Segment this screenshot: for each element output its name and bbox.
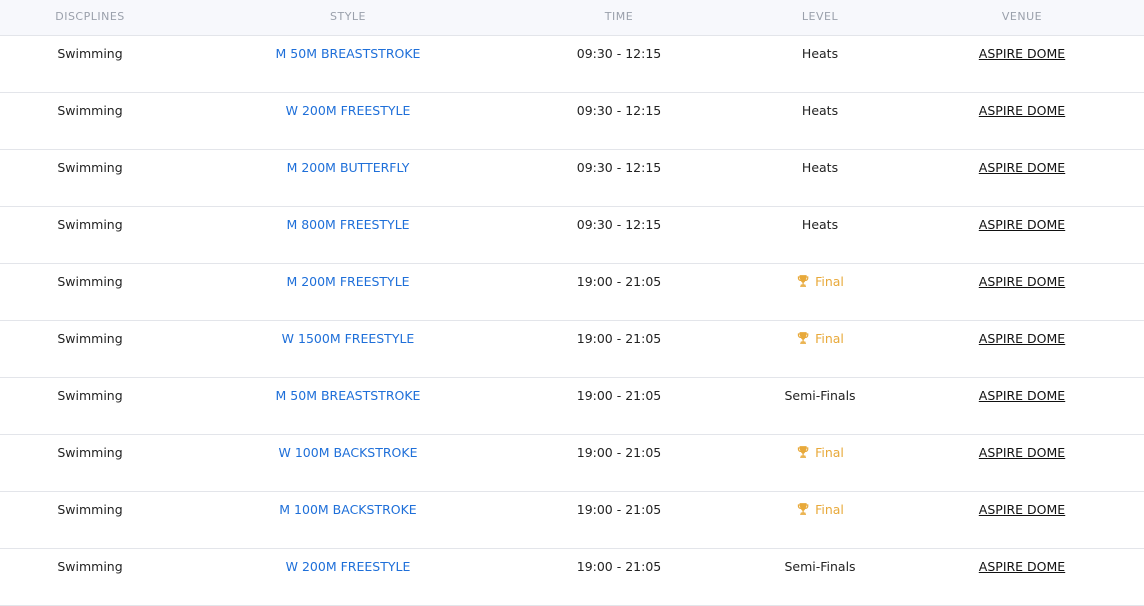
venue-link[interactable]: ASPIRE DOME [979, 331, 1065, 347]
style-link[interactable]: M 50M BREASTSTROKE [276, 46, 421, 62]
style-link[interactable]: M 100M BACKSTROKE [279, 502, 416, 518]
style-link[interactable]: M 50M BREASTSTROKE [276, 388, 421, 404]
discipline-cell: Swimming [57, 46, 123, 61]
level-label: Final [815, 445, 844, 460]
time-cell: 19:00 - 21:05 [576, 274, 662, 289]
discipline-cell: Swimming [57, 103, 123, 118]
table-row: Swimming W 1500M FREESTYLE 19:00 - 21:05 Fi… [0, 321, 1144, 378]
time-cell: 09:30 - 12:15 [576, 160, 662, 175]
level-cell: Heats [801, 46, 839, 61]
header-level: LEVEL [801, 10, 839, 23]
header-venue: VENUE [1001, 10, 1043, 23]
discipline-cell: Swimming [57, 388, 123, 403]
table-row: Swimming W 100M BACKSTROKE 19:00 - 21:05 Fi… [0, 435, 1144, 492]
venue-link[interactable]: ASPIRE DOME [979, 160, 1065, 176]
schedule-table: DISCPLINES STYLE TIME LEVEL VENUE Swimmi… [0, 0, 1144, 606]
time-cell: 09:30 - 12:15 [576, 217, 662, 232]
venue-link[interactable]: ASPIRE DOME [979, 46, 1065, 62]
discipline-cell: Swimming [57, 274, 123, 289]
venue-link[interactable]: ASPIRE DOME [979, 559, 1065, 575]
table-row: Swimming M 200M FREESTYLE 19:00 - 21:05 Fin… [0, 264, 1144, 321]
table-body: Swimming M 50M BREASTSTROKE 09:30 - 12:15 H… [0, 36, 1144, 606]
venue-link[interactable]: ASPIRE DOME [979, 502, 1065, 518]
level-cell: Semi-Finals [784, 559, 856, 574]
time-cell: 19:00 - 21:05 [576, 559, 662, 574]
discipline-cell: Swimming [57, 445, 123, 460]
style-link[interactable]: W 200M FREESTYLE [286, 103, 411, 119]
trophy-icon [797, 275, 809, 287]
discipline-cell: Swimming [57, 559, 123, 574]
table-row: Swimming W 200M FREESTYLE 09:30 - 12:15 Hea… [0, 93, 1144, 150]
level-cell: Heats [801, 160, 839, 175]
style-link[interactable]: W 1500M FREESTYLE [282, 331, 415, 347]
trophy-icon [797, 446, 809, 458]
table-row: Swimming M 200M BUTTERFLY 09:30 - 12:15 Hea… [0, 150, 1144, 207]
level-cell: Heats [801, 103, 839, 118]
discipline-cell: Swimming [57, 217, 123, 232]
venue-link[interactable]: ASPIRE DOME [979, 445, 1065, 461]
discipline-cell: Swimming [57, 160, 123, 175]
table-row: Swimming M 50M BREASTSTROKE 19:00 - 21:05 S… [0, 378, 1144, 435]
level-label: Final [815, 331, 844, 346]
level-final-badge: Final [796, 502, 844, 518]
table-header: DISCPLINES STYLE TIME LEVEL VENUE [0, 0, 1144, 36]
trophy-icon [797, 503, 809, 515]
level-cell: Heats [801, 217, 839, 232]
style-link[interactable]: W 200M FREESTYLE [286, 559, 411, 575]
venue-link[interactable]: ASPIRE DOME [979, 388, 1065, 404]
style-link[interactable]: W 100M BACKSTROKE [279, 445, 418, 461]
time-cell: 09:30 - 12:15 [576, 103, 662, 118]
header-time: TIME [604, 10, 634, 23]
table-row: Swimming M 800M FREESTYLE 09:30 - 12:15 Hea… [0, 207, 1144, 264]
time-cell: 09:30 - 12:15 [576, 46, 662, 61]
time-cell: 19:00 - 21:05 [576, 388, 662, 403]
table-row: Swimming M 50M BREASTSTROKE 09:30 - 12:15 H… [0, 36, 1144, 93]
discipline-cell: Swimming [57, 502, 123, 517]
style-link[interactable]: M 200M FREESTYLE [286, 274, 409, 290]
level-label: Final [815, 502, 844, 517]
discipline-cell: Swimming [57, 331, 123, 346]
venue-link[interactable]: ASPIRE DOME [979, 103, 1065, 119]
style-link[interactable]: M 200M BUTTERFLY [287, 160, 410, 176]
time-cell: 19:00 - 21:05 [576, 445, 662, 460]
venue-link[interactable]: ASPIRE DOME [979, 274, 1065, 290]
header-discipline: DISCPLINES [55, 10, 125, 23]
level-label: Final [815, 274, 844, 289]
level-final-badge: Final [796, 331, 844, 347]
level-final-badge: Final [796, 445, 844, 461]
table-row: Swimming W 200M FREESTYLE 19:00 - 21:05 Sem… [0, 549, 1144, 606]
level-cell: Semi-Finals [784, 388, 856, 403]
level-final-badge: Final [796, 274, 844, 290]
table-row: Swimming M 100M BACKSTROKE 19:00 - 21:05 Fi… [0, 492, 1144, 549]
time-cell: 19:00 - 21:05 [576, 331, 662, 346]
trophy-icon [797, 332, 809, 344]
time-cell: 19:00 - 21:05 [576, 502, 662, 517]
header-style: STYLE [330, 10, 366, 23]
style-link[interactable]: M 800M FREESTYLE [286, 217, 409, 233]
venue-link[interactable]: ASPIRE DOME [979, 217, 1065, 233]
